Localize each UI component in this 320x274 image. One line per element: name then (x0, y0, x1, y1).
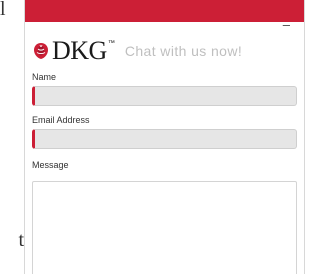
email-input[interactable] (32, 129, 297, 149)
minimize-icon[interactable]: – (283, 18, 290, 31)
background-page-text-top: l (0, 0, 6, 20)
message-textarea[interactable] (32, 181, 297, 274)
widget-top-bar (25, 0, 304, 22)
rose-icon (34, 43, 48, 59)
logo-text: DKG (52, 36, 107, 65)
chat-form: Name Email Address Message (32, 72, 297, 274)
chat-header: DKG ™ Chat with us now! (31, 34, 242, 68)
dkg-logo: DKG ™ (31, 38, 115, 64)
logo-trademark: ™ (107, 39, 115, 47)
message-label: Message (32, 160, 69, 170)
page: l t – DKG ™ Chat with us now! Name Email… (0, 0, 306, 274)
name-label: Name (32, 72, 57, 82)
email-label: Email Address (32, 115, 90, 125)
name-input[interactable] (32, 86, 297, 106)
chat-title: Chat with us now! (124, 43, 243, 59)
chat-widget: – DKG ™ Chat with us now! Name Email Add… (24, 0, 305, 274)
background-page-text-bottom: t (18, 231, 24, 251)
